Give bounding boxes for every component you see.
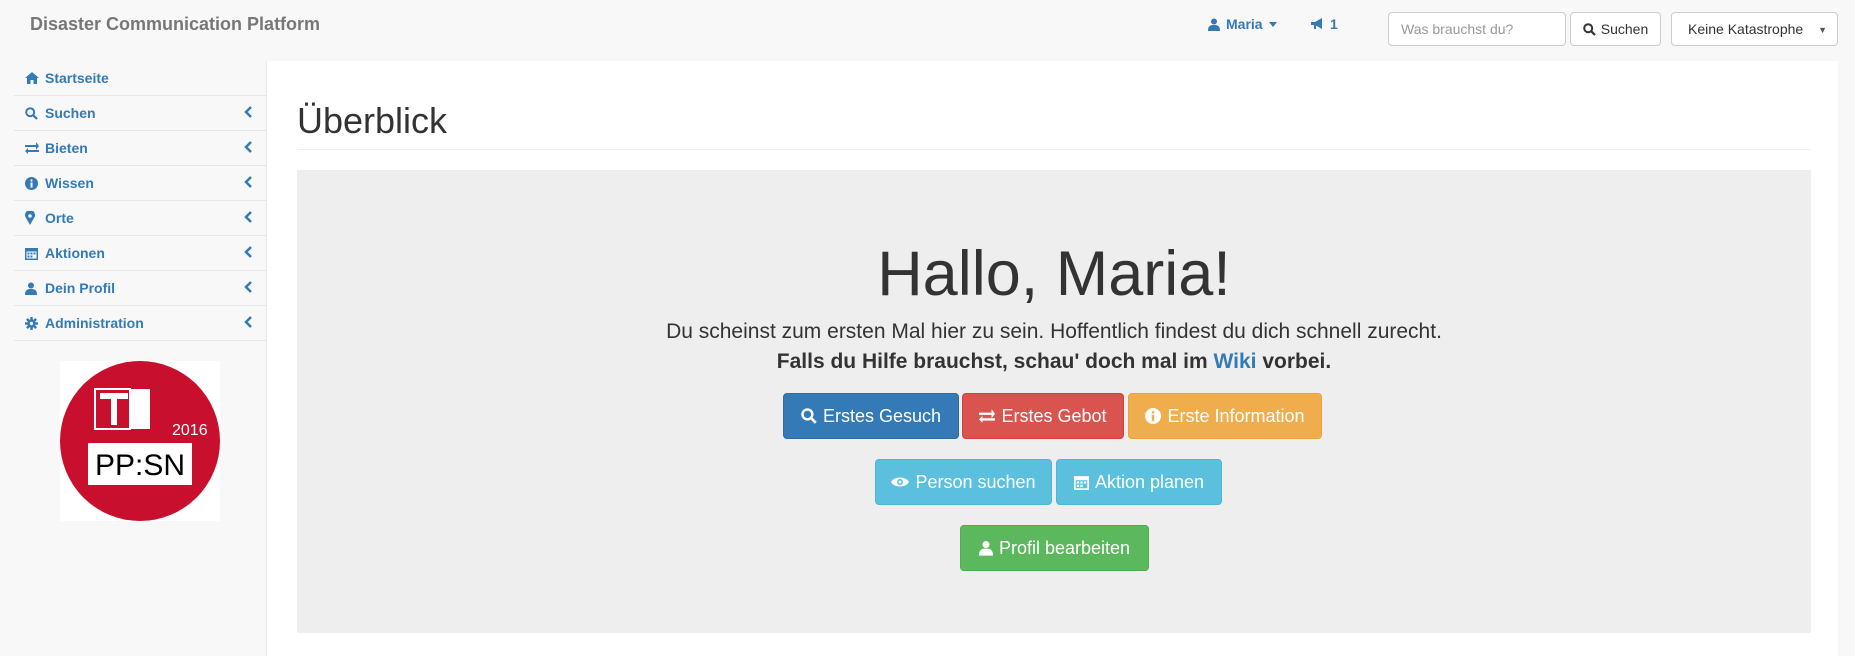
sidebar-item-suchen[interactable]: Suchen [14, 96, 266, 131]
intro-text: Du scheinst zum ersten Mal hier zu sein.… [666, 320, 1442, 343]
disaster-select-value: Keine Katastrophe [1688, 21, 1804, 37]
search-icon [801, 408, 817, 424]
eye-icon [891, 477, 910, 487]
calendar-icon [25, 247, 41, 260]
chevron-left-icon [244, 281, 252, 293]
greeting-heading: Hallo, Maria! [877, 239, 1231, 309]
first-offer-button[interactable]: Erstes Gebot [962, 393, 1124, 439]
brand-title[interactable]: Disaster Communication Platform [30, 14, 320, 35]
chevron-left-icon [244, 176, 252, 188]
divider [297, 149, 1811, 150]
edit-profile-label: Profil bearbeiten [998, 537, 1131, 558]
sidebar-item-dein-profil[interactable]: Dein Profil [14, 271, 266, 306]
notification-count: 1 [1330, 16, 1338, 32]
logo-year: 2016 [172, 422, 208, 439]
search-input[interactable] [1388, 12, 1566, 46]
logo-text: PP:SN [95, 449, 185, 482]
page-title: Überblick [297, 100, 448, 141]
edit-profile-button[interactable]: Profil bearbeiten [960, 525, 1149, 571]
home-icon [25, 72, 41, 84]
user-icon [1208, 18, 1220, 31]
user-icon [25, 282, 41, 295]
sidebar-item-orte[interactable]: Orte [14, 201, 266, 236]
user-name: Maria [1226, 16, 1263, 32]
calendar-icon [1073, 475, 1089, 490]
first-info-button[interactable]: Erste Information [1128, 393, 1322, 439]
help-prefix: Falls du Hilfe brauchst, schau' doch mal… [776, 350, 1208, 373]
chevron-left-icon [244, 316, 252, 328]
bullhorn-icon [1311, 18, 1322, 29]
info-icon [1145, 408, 1162, 424]
sidebar-item-startseite[interactable]: Startseite [14, 61, 266, 96]
search-icon [1582, 22, 1596, 36]
ppsn-logo: 2016 PP:SN [60, 361, 220, 521]
user-menu[interactable]: Maria [1208, 16, 1277, 32]
sidebar-item-label: Suchen [45, 105, 96, 121]
first-offer-label: Erstes Gebot [1001, 405, 1107, 426]
sidebar-item-bieten[interactable]: Bieten [14, 131, 266, 166]
chevron-left-icon [244, 211, 252, 223]
welcome-jumbotron: Hallo, Maria! Du scheinst zum ersten Mal… [297, 170, 1811, 633]
caret-down-icon [1268, 21, 1277, 27]
exchange-icon [25, 142, 41, 154]
sidebar-item-label: Startseite [45, 70, 109, 86]
exchange-icon [979, 409, 996, 423]
info-icon [25, 176, 41, 190]
find-person-label: Person suchen [915, 471, 1036, 492]
help-text: Falls du Hilfe brauchst, schau' doch mal… [297, 350, 1811, 374]
main-content: Überblick Hallo, Maria! Du scheinst zum … [266, 61, 1838, 656]
sidebar-item-label: Bieten [45, 140, 88, 156]
gear-icon [25, 316, 41, 330]
sidebar-item-aktionen[interactable]: Aktionen [14, 236, 266, 271]
find-person-button[interactable]: Person suchen [875, 459, 1052, 505]
plan-action-label: Aktion planen [1094, 471, 1205, 492]
select-arrow-icon: ▼ [1818, 25, 1827, 35]
search-button[interactable]: Suchen [1570, 12, 1661, 46]
chevron-left-icon [244, 141, 252, 153]
first-request-button[interactable]: Erstes Gesuch [783, 393, 959, 439]
help-suffix: vorbei. [1262, 350, 1332, 373]
sidebar-item-label: Dein Profil [45, 280, 116, 296]
search-button-label: Suchen [1600, 21, 1649, 37]
plan-action-button[interactable]: Aktion planen [1056, 459, 1222, 505]
search-icon [25, 106, 41, 120]
chevron-left-icon [244, 106, 252, 118]
wiki-link[interactable]: Wiki [1214, 350, 1257, 373]
sidebar-item-label: Aktionen [45, 245, 105, 261]
first-info-label: Erste Information [1167, 405, 1305, 426]
user-icon [978, 541, 993, 556]
top-navbar: Disaster Communication Platform Maria 1 … [0, 0, 1855, 52]
sidebar: Startseite Suchen Bieten Wissen Orte Akt… [14, 61, 266, 341]
sidebar-item-label: Administration [45, 315, 144, 331]
chevron-left-icon [244, 246, 252, 258]
map-marker-icon [25, 211, 41, 225]
sidebar-item-label: Orte [45, 210, 74, 226]
first-request-label: Erstes Gesuch [822, 405, 942, 426]
notifications-link[interactable]: 1 [1310, 16, 1338, 32]
disaster-select[interactable]: Keine Katastrophe ▼ [1671, 12, 1838, 46]
sidebar-item-administration[interactable]: Administration [14, 306, 266, 341]
sidebar-item-wissen[interactable]: Wissen [14, 166, 266, 201]
sidebar-item-label: Wissen [45, 175, 94, 191]
